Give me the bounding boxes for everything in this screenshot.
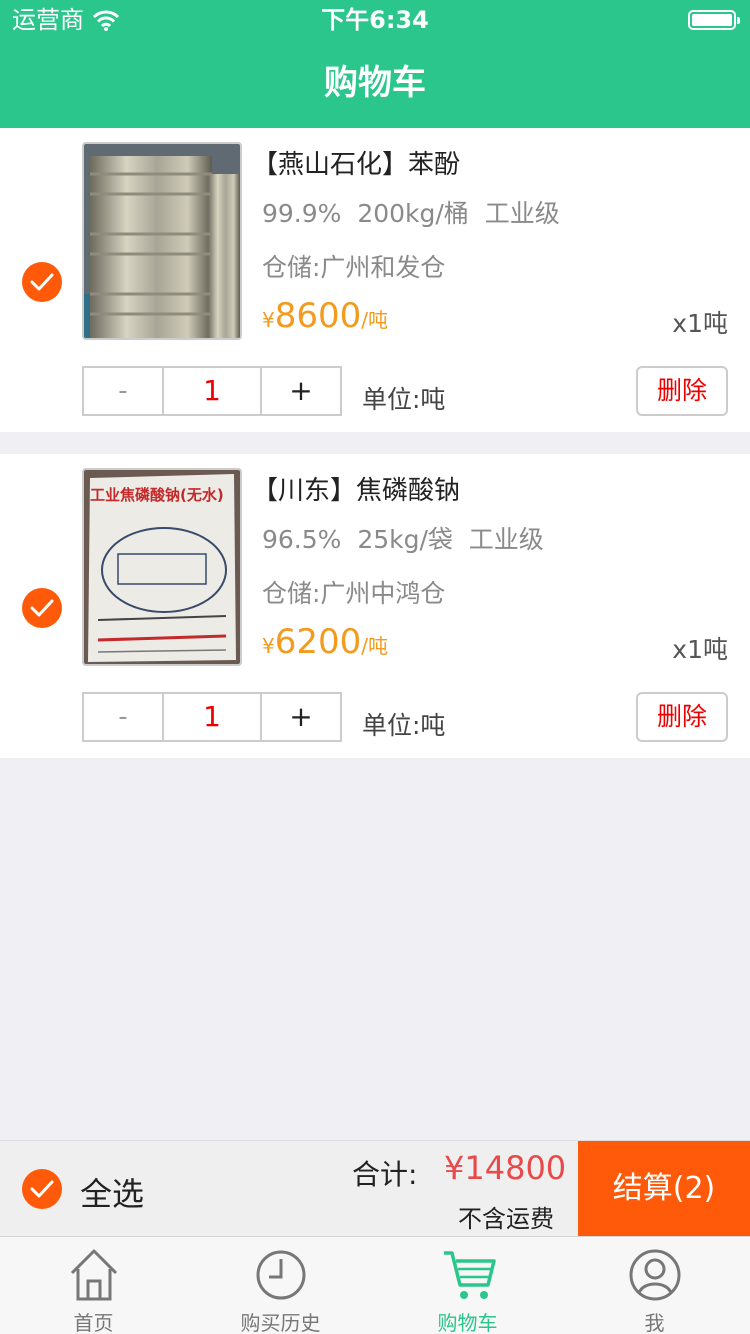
checkmark-icon xyxy=(30,1180,54,1198)
header: 运营商 下午6:34 购物车 xyxy=(0,0,750,128)
quantity-input[interactable]: 1 xyxy=(164,368,262,414)
price-value: 8600 xyxy=(274,296,362,336)
tab-bar: 首页 购买历史 购物车 我 xyxy=(0,1236,750,1334)
checkmark-icon xyxy=(30,273,54,291)
product-name: 【燕山石化】苯酚 xyxy=(252,150,461,180)
currency-symbol: ¥ xyxy=(262,634,275,658)
status-bar: 运营商 下午6:34 xyxy=(0,0,750,40)
select-all-label[interactable]: 全选 xyxy=(80,1169,144,1215)
checkout-button[interactable]: 结算(2) xyxy=(578,1141,750,1237)
home-icon xyxy=(70,1249,118,1301)
product-warehouse: 仓储:广州和发仓 xyxy=(262,253,446,282)
checkout-bar: 全选 合计: ¥14800 不含运费 结算(2) xyxy=(0,1140,750,1237)
product-specs: 96.5% 25kg/袋 工业级 xyxy=(262,525,544,554)
checkmark-icon xyxy=(30,599,54,617)
decrement-button[interactable]: - xyxy=(84,694,164,740)
cart-item: 工业焦磷酸钠(无水) 【川东】焦磷酸钠 96.5% 25kg/袋 工业级 仓储:… xyxy=(0,454,750,758)
tab-label: 购物车 xyxy=(437,1311,498,1334)
product-price: ¥8600/吨 xyxy=(262,296,388,336)
shipping-note: 不含运费 xyxy=(458,1205,554,1233)
clock-icon xyxy=(256,1250,306,1300)
quantity-input[interactable]: 1 xyxy=(164,694,262,740)
tab-cart[interactable]: 购物车 xyxy=(374,1237,561,1334)
product-price: ¥6200/吨 xyxy=(262,622,388,662)
product-specs: 99.9% 200kg/桶 工业级 xyxy=(262,199,560,228)
delete-button[interactable]: 删除 xyxy=(636,366,728,416)
price-unit: /吨 xyxy=(361,634,389,658)
currency-symbol: ¥ xyxy=(262,308,275,332)
price-value: 6200 xyxy=(274,622,362,662)
tab-home[interactable]: 首页 xyxy=(0,1237,187,1334)
quantity-summary: x1吨 xyxy=(672,635,728,664)
total-label: 合计: xyxy=(352,1158,418,1191)
tab-me[interactable]: 我 xyxy=(561,1237,748,1334)
cart-item: 【燕山石化】苯酚 99.9% 200kg/桶 工业级 仓储:广州和发仓 ¥860… xyxy=(0,128,750,432)
steel-drum-image xyxy=(84,144,240,338)
tab-label: 购买历史 xyxy=(240,1311,321,1334)
bag-label-text: 工业焦磷酸钠(无水) xyxy=(90,486,224,504)
product-image[interactable]: 工业焦磷酸钠(无水) xyxy=(82,468,242,666)
quantity-summary: x1吨 xyxy=(672,309,728,338)
quantity-stepper: - 1 + xyxy=(82,366,342,416)
tab-label: 我 xyxy=(644,1311,665,1334)
increment-button[interactable]: + xyxy=(262,368,340,414)
page-title: 购物车 xyxy=(324,63,426,103)
price-unit: /吨 xyxy=(361,308,389,332)
item-checkbox[interactable] xyxy=(22,588,62,628)
delete-button[interactable]: 删除 xyxy=(636,692,728,742)
cart-icon xyxy=(444,1251,496,1299)
increment-button[interactable]: + xyxy=(262,694,340,740)
unit-label: 单位:吨 xyxy=(362,711,446,740)
total-value: ¥14800 xyxy=(444,1149,567,1187)
select-all-checkbox[interactable] xyxy=(22,1169,62,1209)
user-icon xyxy=(629,1249,681,1301)
battery-icon xyxy=(688,10,740,30)
item-checkbox[interactable] xyxy=(22,262,62,302)
decrement-button[interactable]: - xyxy=(84,368,164,414)
status-time: 下午6:34 xyxy=(321,6,429,34)
tab-purchase-history[interactable]: 购买历史 xyxy=(187,1237,374,1334)
product-name: 【川东】焦磷酸钠 xyxy=(252,476,461,506)
tab-label: 首页 xyxy=(73,1311,114,1334)
unit-label: 单位:吨 xyxy=(362,385,446,414)
quantity-stepper: - 1 + xyxy=(82,692,342,742)
product-image[interactable] xyxy=(82,142,242,340)
product-warehouse: 仓储:广州中鸿仓 xyxy=(262,579,446,608)
